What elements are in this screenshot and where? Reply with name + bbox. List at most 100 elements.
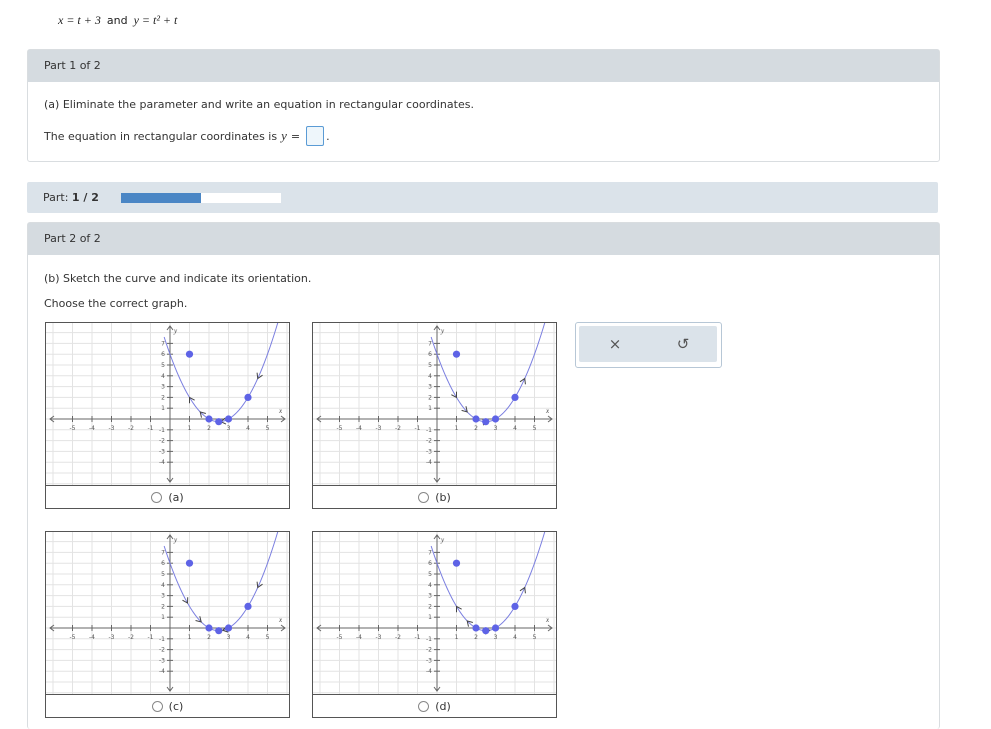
x-tick-label: -3 xyxy=(376,634,382,641)
data-point xyxy=(215,418,223,426)
y-tick-label: 2 xyxy=(428,394,432,401)
radio-d[interactable] xyxy=(418,700,430,712)
x-tick-label: 4 xyxy=(513,634,517,641)
y-tick-label: 4 xyxy=(428,373,432,380)
y-tick-label: 3 xyxy=(428,593,432,600)
x-tick-label: -1 xyxy=(415,634,421,641)
x-tick-label: -4 xyxy=(356,634,362,641)
x-tick-label: -2 xyxy=(128,634,134,641)
x-tick-label: -3 xyxy=(376,425,382,432)
parametric-curve xyxy=(163,532,279,632)
y-tick-label: 4 xyxy=(161,582,165,589)
y-equation: y = t² + t xyxy=(133,13,178,27)
progress-label: Part: 1 / 2 xyxy=(43,191,99,204)
y-tick-label: 6 xyxy=(161,351,165,358)
data-point xyxy=(482,418,490,426)
radio-c[interactable] xyxy=(151,700,163,712)
answer-prefix: The equation in rectangular coordinates … xyxy=(44,129,278,143)
y-tick-label: -1 xyxy=(159,427,165,434)
answer-period: . xyxy=(326,129,330,143)
y-axis-label: y xyxy=(173,327,178,335)
x-tick-label: -5 xyxy=(70,425,76,432)
y-tick-label: 3 xyxy=(428,384,432,391)
data-point xyxy=(185,350,194,358)
y-tick-label: -3 xyxy=(159,657,165,664)
x-tick-label: -4 xyxy=(89,425,95,432)
x-tick-label: 3 xyxy=(494,634,498,641)
y-tick-label: -2 xyxy=(159,438,165,445)
graph-option-d[interactable]: -5 -4 -3 -2 -1 1 2 3 4 5 7 6 5 4 3 2 1 -1 -2 -3 -4 x y (d) xyxy=(312,531,557,718)
radio-b[interactable] xyxy=(418,491,430,503)
option-d-row[interactable]: (d) xyxy=(313,694,556,717)
x-tick-label: 5 xyxy=(266,634,270,641)
given-equations: x = t + 3 and y = t² + t xyxy=(58,13,177,28)
y-tick-label: -4 xyxy=(426,459,432,466)
y-tick-label: 6 xyxy=(161,560,165,567)
x-tick-label: 2 xyxy=(207,425,211,432)
radio-a[interactable] xyxy=(151,491,163,503)
answer-input[interactable] xyxy=(306,126,325,146)
y-tick-label: 6 xyxy=(428,560,432,567)
x-tick-label: 1 xyxy=(455,425,459,432)
y-axis-label: y xyxy=(440,327,445,335)
toolbar-inner: × ↺ xyxy=(579,326,717,362)
data-point xyxy=(244,393,252,401)
y-tick-label: 7 xyxy=(428,549,432,556)
parametric-curve xyxy=(430,323,546,423)
parametric-curve xyxy=(163,323,279,423)
graph-d-plot: -5 -4 -3 -2 -1 1 2 3 4 57654321-1-2-3-4xy xyxy=(313,532,556,694)
data-point xyxy=(224,415,233,423)
graph-b-plot: -5 -4 -3 -2 -1 1 2 3 4 57654321-1-2-3-4xy xyxy=(313,323,556,485)
y-tick-label: 1 xyxy=(161,405,165,412)
progress-value: 1 / 2 xyxy=(71,191,99,204)
option-c-row[interactable]: (c) xyxy=(46,694,289,717)
option-d-label: (d) xyxy=(435,699,451,713)
y-tick-label: -4 xyxy=(159,668,165,675)
x-tick-label: 5 xyxy=(266,425,270,432)
y-tick-label: 5 xyxy=(161,571,165,578)
option-b-row[interactable]: (b) xyxy=(313,485,556,508)
y-tick-label: -2 xyxy=(159,647,165,654)
x-tick-label: -1 xyxy=(148,425,154,432)
graph-option-c[interactable]: -5 -4 -3 -2 -1 1 2 3 4 5 7 6 5 4 3 2 1 -1 -2 -3 -4 x y (c) xyxy=(45,531,290,718)
reset-icon[interactable]: ↺ xyxy=(673,334,693,354)
graph-option-b[interactable]: -5 -4 -3 -2 -1 1 2 3 4 5 7 6 5 4 3 2 1 -1 -2 -3 -4 x y (b) xyxy=(312,322,557,509)
y-tick-label: 4 xyxy=(428,582,432,589)
y-tick-label: 1 xyxy=(428,405,432,412)
option-a-label: (a) xyxy=(168,490,184,504)
x-tick-label: -4 xyxy=(356,425,362,432)
data-point xyxy=(511,393,519,401)
y-tick-label: 2 xyxy=(161,603,165,610)
y-axis-label: y xyxy=(173,536,178,544)
x-tick-label: 3 xyxy=(227,634,231,641)
close-icon[interactable]: × xyxy=(605,334,625,354)
part2-prompt: Choose the correct graph. xyxy=(44,297,188,310)
data-point xyxy=(224,624,233,632)
y-tick-label: -3 xyxy=(159,448,165,455)
answer-toolbar: × ↺ xyxy=(575,322,722,368)
answer-var: y xyxy=(281,128,287,143)
graph-option-a[interactable]: -5 -4 -3 -2 -1 1 2 3 4 5 7 6 5 4 3 2 1 -1 -2 -3 -4 x y (a) xyxy=(45,322,290,509)
x-tick-label: 2 xyxy=(474,634,478,641)
x-tick-label: 3 xyxy=(494,425,498,432)
y-tick-label: -3 xyxy=(426,448,432,455)
data-point xyxy=(205,624,213,632)
y-tick-label: -2 xyxy=(426,647,432,654)
y-tick-label: -2 xyxy=(426,438,432,445)
option-b-label: (b) xyxy=(435,490,451,504)
x-tick-label: 1 xyxy=(455,634,459,641)
data-point xyxy=(472,415,480,423)
part1-panel: Part 1 of 2 (a) Eliminate the parameter … xyxy=(27,49,940,162)
progress-track xyxy=(121,193,281,203)
y-tick-label: -1 xyxy=(426,427,432,434)
y-tick-label: -1 xyxy=(159,636,165,643)
y-tick-label: -1 xyxy=(426,636,432,643)
x-tick-label: 4 xyxy=(246,425,250,432)
y-tick-label: 5 xyxy=(161,362,165,369)
x-tick-label: -2 xyxy=(395,425,401,432)
y-tick-label: 3 xyxy=(161,384,165,391)
data-point xyxy=(491,415,500,423)
option-a-row[interactable]: (a) xyxy=(46,485,289,508)
data-point xyxy=(205,415,213,423)
y-tick-label: -4 xyxy=(159,459,165,466)
